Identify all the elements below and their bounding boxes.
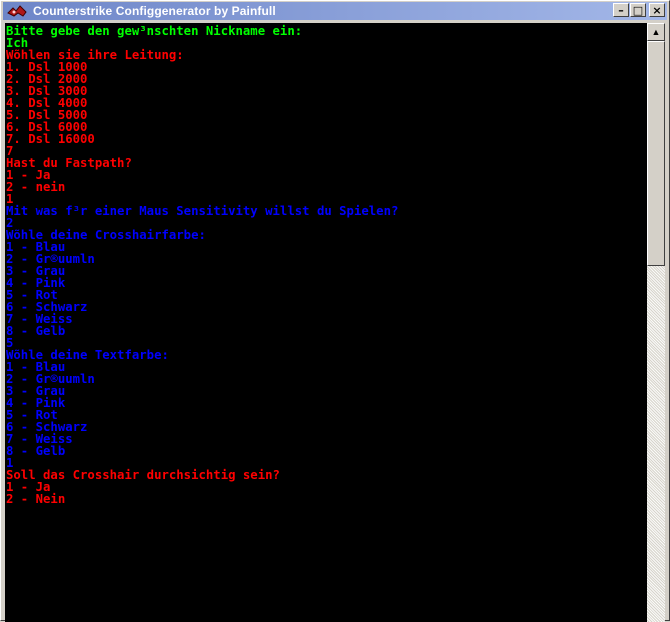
console-line: Soll das Crosshair durchsichtig sein? [6,468,280,482]
console-line: 4 - Pink [6,276,66,290]
console-line: Mit was f³r einer Maus Sensitivity wills… [6,204,399,218]
scrollbar-track[interactable] [647,266,665,622]
app-icon [7,5,27,17]
arrow-up-icon: ▲ [651,27,661,37]
console-line: Hast du Fastpath? [6,156,132,170]
close-button[interactable]: × [649,3,665,17]
minimize-button[interactable]: – [613,3,629,17]
console-lines: Bitte gebe den gew³nschten Nickname ein:… [6,25,398,505]
scroll-up-button[interactable]: ▲ [647,23,665,41]
console-line: 2 - Nein [6,492,66,506]
console-line: 7. Dsl 16000 [6,132,95,146]
console-output[interactable]: Bitte gebe den gew³nschten Nickname ein:… [5,23,647,622]
scrollbar-thumb[interactable] [647,41,665,266]
maximize-button[interactable]: □ [630,3,646,17]
console-line: 8 - Gelb [6,444,66,458]
title-bar[interactable]: Counterstrike Configgenerator by Painful… [3,2,667,20]
console-line: Bitte gebe den gew³nschten Nickname ein: [6,24,303,38]
console-window: Counterstrike Configgenerator by Painful… [0,0,670,622]
window-controls: – □ × [612,3,665,17]
console-line: 8 - Gelb [6,324,66,338]
vertical-scrollbar[interactable]: ▲ [647,23,665,622]
window-title: Counterstrike Configgenerator by Painful… [33,4,276,18]
console-line: 2 - nein [6,180,66,194]
console-line: 4 - Pink [6,396,66,410]
